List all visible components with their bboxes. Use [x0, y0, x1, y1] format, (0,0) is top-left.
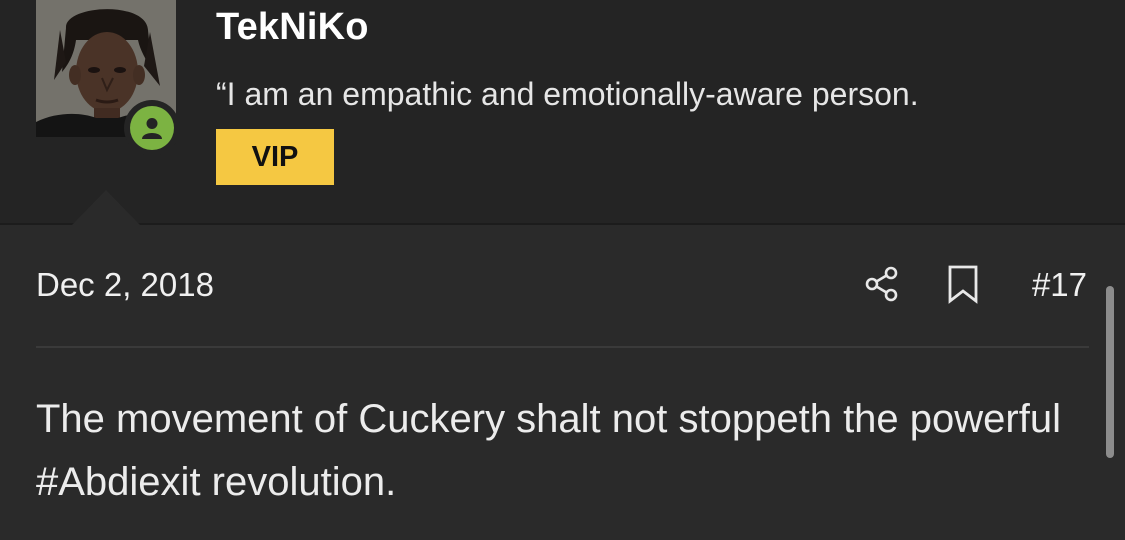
bookmark-icon[interactable]: [946, 264, 980, 304]
post-pointer-arrow: [72, 190, 140, 225]
user-title: “I am an empathic and emotionally-aware …: [216, 76, 919, 112]
post-date[interactable]: Dec 2, 2018: [36, 266, 214, 304]
share-icon[interactable]: [862, 264, 902, 304]
post-content: The movement of Cuckery shalt not stoppe…: [36, 397, 1061, 504]
post-divider: [36, 346, 1089, 348]
username[interactable]: TekNiKo: [216, 6, 369, 49]
vip-badge: VIP: [216, 129, 334, 185]
user-icon: [142, 118, 162, 139]
online-status-badge: [124, 100, 180, 156]
header-divider: [0, 223, 1125, 225]
online-status-dot: [130, 106, 174, 150]
post-page: TekNiKo “I am an empathic and emotionall…: [0, 0, 1125, 540]
scrollbar[interactable]: [1106, 286, 1114, 458]
post-number[interactable]: #17: [1032, 266, 1087, 304]
